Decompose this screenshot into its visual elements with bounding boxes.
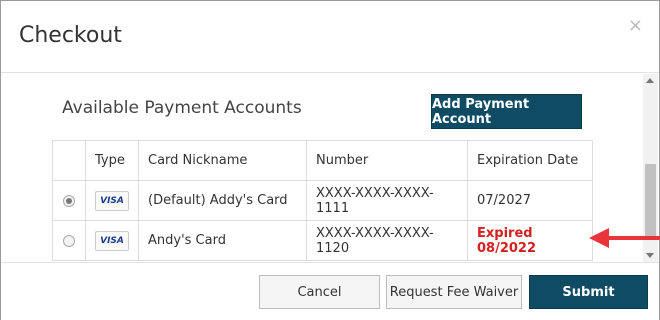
row-select-cell[interactable] bbox=[52, 220, 86, 261]
scroll-up-arrow-icon[interactable] bbox=[646, 78, 654, 83]
dialog-footer: Cancel Request Fee Waiver Submit bbox=[1, 262, 659, 320]
header-expiration-date: Expiration Date bbox=[467, 140, 593, 181]
type-cell: VISA bbox=[85, 220, 139, 261]
header-type: Type bbox=[85, 140, 139, 181]
add-payment-account-button[interactable]: Add Payment Account bbox=[431, 94, 582, 129]
section-title: Available Payment Accounts bbox=[62, 98, 302, 118]
row-select-cell[interactable] bbox=[52, 180, 86, 221]
cancel-button[interactable]: Cancel bbox=[259, 275, 380, 309]
visa-card-icon: VISA bbox=[95, 190, 129, 211]
expiration-date-expired: Expired 08/2022 bbox=[467, 220, 593, 261]
card-nickname: (Default) Addy's Card bbox=[138, 180, 307, 221]
radio-button[interactable] bbox=[63, 234, 75, 247]
card-number: XXXX-XXXX-XXXX-1111 bbox=[306, 180, 468, 221]
scroll-down-arrow-icon[interactable] bbox=[646, 253, 654, 258]
expiration-date: 07/2027 bbox=[467, 180, 593, 221]
card-nickname: Andy's Card bbox=[138, 220, 307, 261]
header-number: Number bbox=[306, 140, 468, 181]
payment-accounts-table: Type Card Nickname Number Expiration Dat… bbox=[52, 140, 593, 261]
table-header-row: Type Card Nickname Number Expiration Dat… bbox=[52, 140, 593, 181]
radio-button-selected[interactable] bbox=[63, 194, 75, 207]
header-card-nickname: Card Nickname bbox=[138, 140, 307, 181]
submit-button[interactable]: Submit bbox=[529, 275, 648, 309]
dialog-title: Checkout bbox=[19, 23, 122, 48]
request-fee-waiver-button[interactable]: Request Fee Waiver bbox=[386, 275, 522, 309]
card-number: XXXX-XXXX-XXXX-1120 bbox=[306, 220, 468, 261]
checkout-dialog: Checkout × Available Payment Accounts Ad… bbox=[0, 0, 660, 320]
dialog-header: Checkout × bbox=[1, 1, 659, 73]
dialog-body[interactable]: Available Payment Accounts Add Payment A… bbox=[1, 74, 659, 262]
visa-card-icon: VISA bbox=[95, 230, 129, 251]
table-row[interactable]: VISA Andy's Card XXXX-XXXX-XXXX-1120 Exp… bbox=[52, 220, 593, 261]
header-select bbox=[52, 140, 86, 181]
red-arrow-icon bbox=[589, 228, 660, 248]
close-icon[interactable]: × bbox=[628, 17, 643, 35]
type-cell: VISA bbox=[85, 180, 139, 221]
table-row[interactable]: VISA (Default) Addy's Card XXXX-XXXX-XXX… bbox=[52, 180, 593, 221]
